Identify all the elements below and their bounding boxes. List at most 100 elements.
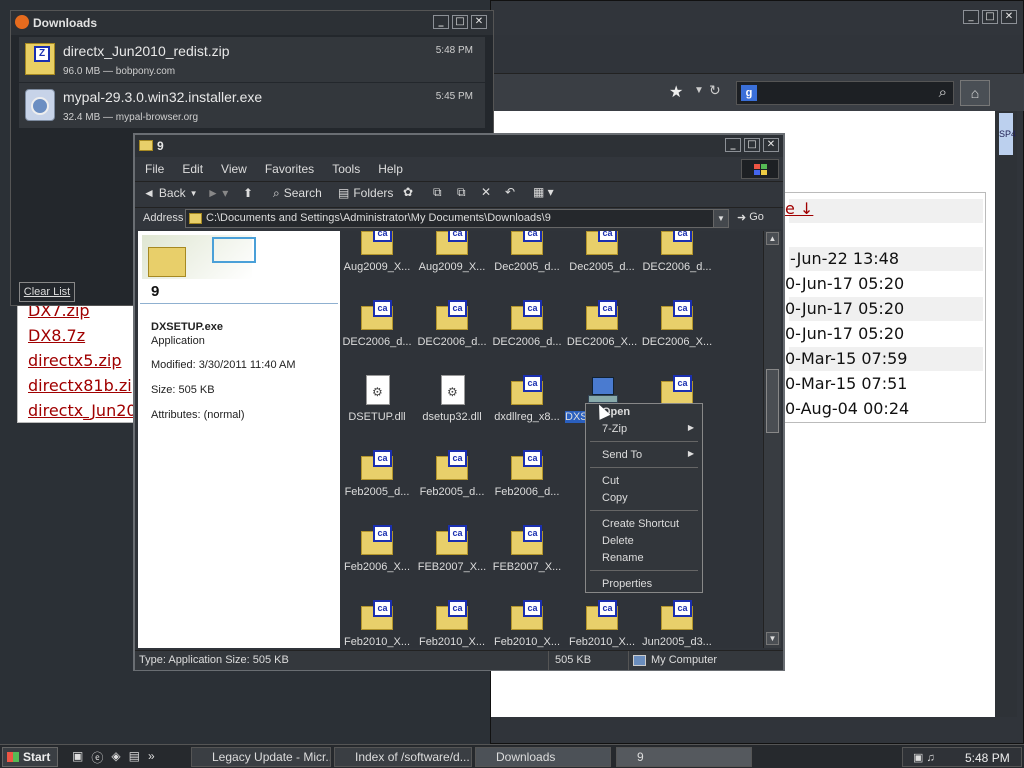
file-item[interactable]: ca FEB2007_X... [490,525,564,595]
tray-icons[interactable]: ▣ ♫ [913,751,935,764]
reload-icon[interactable]: ↻ [709,82,721,99]
file-label: Dec2005_d... [569,261,635,273]
go-button[interactable]: ➜ Go [737,211,764,224]
menu-favorites[interactable]: Favorites [265,162,314,176]
views-icon[interactable]: ▦ ▾ [533,185,554,199]
file-item[interactable]: ca DEC2006_d... [415,300,489,370]
file-item[interactable]: ca Feb2006_d... [490,450,564,520]
file-item[interactable]: ca DEC2006_X... [640,300,714,370]
file-attributes: Attributes: (normal) [151,409,245,421]
search-button[interactable]: ⌕ Search [273,186,322,201]
file-item[interactable]: ca FEB2007_X... [415,525,489,595]
menu-item-properties[interactable]: Properties [586,576,702,593]
folders-button[interactable]: ▤ Folders [338,186,393,200]
file-item[interactable]: ca Jun2005_d3... [640,600,714,648]
menu-item-rename[interactable]: Rename [586,550,702,567]
file-item[interactable]: ca Dec2005_d... [565,231,639,295]
search-icon[interactable]: ⌕ [939,84,947,101]
dll-file-icon: ⚙ [436,375,468,405]
browser-scrollbar[interactable]: SP4 [995,111,1017,717]
download-item[interactable]: mypal-29.3.0.win32.installer.exe 32.4 MB… [19,83,485,128]
start-label: Start [23,750,51,764]
file-item[interactable]: ca DEC2006_X... [565,300,639,370]
menu-edit[interactable]: Edit [182,162,203,176]
copy-to-icon[interactable]: ⧉ [457,185,466,200]
file-link[interactable]: directx_Jun20 [28,401,137,425]
menu-tools[interactable]: Tools [332,162,360,176]
task-index-of[interactable]: Index of /software/d... [334,747,472,767]
task-legacy-update[interactable]: Legacy Update - Micr... [191,747,331,767]
folder-options-icon[interactable]: ✿ [403,185,413,199]
file-item[interactable]: ca Feb2010_X... [415,600,489,648]
menu-item-create-shortcut[interactable]: Create Shortcut [586,516,702,533]
menu-item-copy[interactable]: Copy [586,490,702,507]
vertical-scrollbar[interactable]: ▲ ▼ [763,231,781,648]
maximize-button[interactable]: □ [744,138,760,152]
scroll-down-icon[interactable]: ▼ [766,632,779,645]
explorer-icon[interactable]: ▤ [129,749,140,766]
bookmark-star-icon[interactable]: ★ [669,82,683,102]
media-icon[interactable]: ◈ [111,749,120,766]
file-item[interactable]: ca Dec2005_d... [490,231,564,295]
home-button[interactable]: ⌂ [960,80,990,106]
file-item[interactable]: ca Feb2006_X... [340,525,414,595]
menu-item-7zip[interactable]: 7-Zip [586,421,702,438]
file-item[interactable]: ca Feb2010_X... [340,600,414,648]
explorer-window-controls: _ □ ✕ [725,138,779,152]
file-item[interactable]: ca DEC2006_d... [490,300,564,370]
file-item[interactable]: ⚙ dsetup32.dll [415,375,489,445]
file-item[interactable]: ca DEC2006_d... [340,300,414,370]
menu-file[interactable]: File [145,162,164,176]
file-link[interactable]: DX8.7z [28,326,85,350]
scroll-thumb[interactable] [766,369,779,433]
history-dropdown-icon[interactable]: ▼ [694,85,704,96]
move-to-icon[interactable]: ⧉ [433,185,442,200]
close-button[interactable]: ✕ [763,138,779,152]
chevron-right-icon[interactable]: » [148,749,155,766]
back-button[interactable]: ◄ Back ▼ [143,186,198,200]
sort-date-link[interactable]: e ↓ [785,199,813,218]
close-button[interactable]: ✕ [471,15,487,29]
undo-icon[interactable]: ↶ [505,185,515,199]
file-link[interactable]: directx81b.zi [28,376,132,400]
up-folder-icon[interactable]: ⬆ [243,186,253,200]
minimize-button[interactable]: _ [725,138,741,152]
task-downloads[interactable]: Downloads [475,747,611,767]
file-item[interactable]: ca Feb2010_X... [490,600,564,648]
download-meta: 96.0 MB — bobpony.com [63,66,176,77]
zip-cab-file-icon: ca [361,231,393,255]
search-engine-icon[interactable]: g [741,85,757,101]
menu-item-delete[interactable]: Delete [586,533,702,550]
delete-icon[interactable]: ✕ [481,185,491,199]
scroll-up-icon[interactable]: ▲ [766,232,779,245]
file-item[interactable]: ca Feb2005_d... [415,450,489,520]
file-item[interactable]: ca Feb2005_d... [340,450,414,520]
menu-item-send-to[interactable]: Send To [586,447,702,464]
download-item[interactable]: Z directx_Jun2010_redist.zip 96.0 MB — b… [19,37,485,82]
file-item[interactable]: ca Feb2010_X... [565,600,639,648]
start-button[interactable]: Start [2,747,58,767]
file-item[interactable]: ca Aug2009_X... [415,231,489,295]
chevron-down-icon[interactable]: ▼ [713,210,728,227]
search-input[interactable]: g ⌕ [736,81,954,105]
minimize-button[interactable]: _ [433,15,449,29]
clear-list-button[interactable]: Clear List [19,282,75,302]
file-item[interactable]: ca Aug2009_X... [340,231,414,295]
date-cell: 0-Jun-17 05:20 [785,324,905,343]
desktop-icon[interactable]: ▣ [72,749,83,766]
forward-button[interactable]: ► ▾ [207,186,228,200]
file-item[interactable]: ca DEC2006_d... [640,231,714,295]
task-explorer-9[interactable]: 9 [616,747,752,767]
menu-item-cut[interactable]: Cut [586,473,702,490]
file-link[interactable]: directx5.zip [28,351,121,375]
file-item[interactable]: ca dxdllreg_x8... [490,375,564,445]
maximize-button[interactable]: □ [982,10,998,24]
close-button[interactable]: ✕ [1001,10,1017,24]
address-field[interactable]: C:\Documents and Settings\Administrator\… [185,209,729,228]
minimize-button[interactable]: _ [963,10,979,24]
ie-icon[interactable]: ⓔ [91,749,103,766]
maximize-button[interactable]: □ [452,15,468,29]
file-item[interactable]: ⚙ DSETUP.dll [340,375,414,445]
menu-view[interactable]: View [221,162,247,176]
menu-help[interactable]: Help [378,162,403,176]
